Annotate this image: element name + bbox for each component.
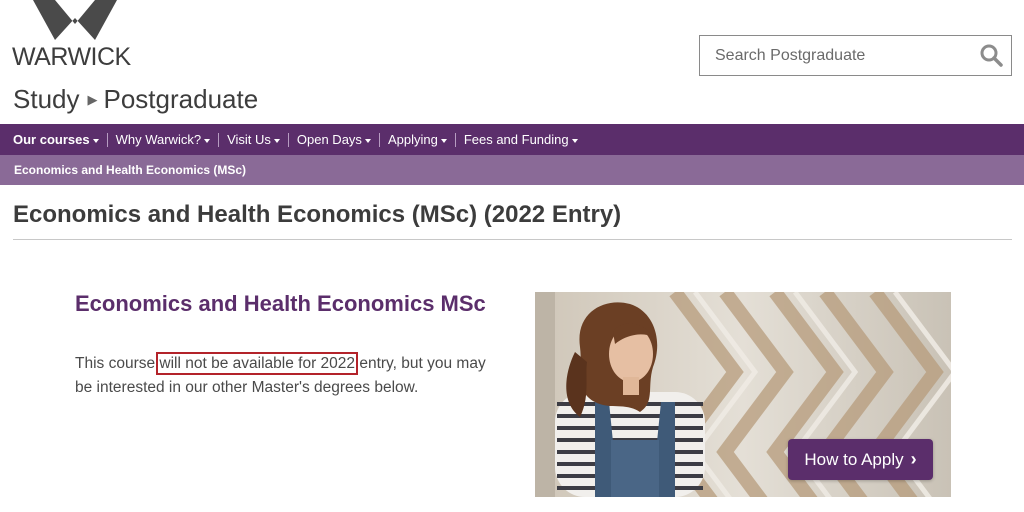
breadcrumb-postgraduate[interactable]: Postgraduate [104, 84, 259, 115]
nav-open-days[interactable]: Open Days [297, 132, 371, 147]
chevron-right-icon: › [910, 449, 917, 469]
course-description: This course will not be available for 20… [75, 352, 505, 400]
nav-label: Our courses [13, 132, 90, 147]
nav-divider [287, 132, 289, 147]
course-text-before: This course [75, 355, 160, 372]
caret-down-icon [204, 138, 211, 143]
nav-visit-us[interactable]: Visit Us [227, 132, 280, 147]
apply-button-label: How to Apply [804, 449, 904, 469]
nav-label: Visit Us [227, 132, 271, 147]
nav-label: Fees and Funding [463, 132, 569, 147]
nav-our-courses[interactable]: Our courses [13, 132, 99, 147]
page-title: Economics and Health Economics (MSc) (20… [13, 201, 622, 228]
nav-label: Applying [387, 132, 438, 147]
availability-highlight: will not be available for 2022 [156, 352, 359, 375]
caret-down-icon [364, 138, 371, 143]
search-icon[interactable] [979, 43, 1003, 67]
logo-wordmark: WARWICK [12, 43, 131, 71]
breadcrumb-separator-icon: ▶ [87, 91, 98, 107]
search-box [699, 35, 1012, 76]
nav-applying[interactable]: Applying [388, 132, 447, 147]
warwick-logo-mark [33, 0, 117, 40]
subnav-current-page[interactable]: Economics and Health Economics (MSc) [14, 163, 246, 177]
nav-divider [378, 132, 380, 147]
nav-divider [218, 132, 220, 147]
main-nav: Our courses Why Warwick? Visit Us Open D… [0, 124, 1024, 155]
search-input[interactable] [700, 36, 960, 75]
nav-fees-funding[interactable]: Fees and Funding [464, 132, 578, 147]
breadcrumb: Study ▶ Postgraduate [13, 84, 258, 115]
nav-label: Open Days [296, 132, 362, 147]
course-title: Economics and Health Economics MSc [75, 291, 486, 316]
site-header: WARWICK Study ▶ Postgraduate [0, 0, 1024, 124]
caret-down-icon [273, 138, 280, 143]
nav-divider [106, 132, 108, 147]
nav-why-warwick[interactable]: Why Warwick? [115, 132, 211, 147]
nav-divider [454, 132, 456, 147]
caret-down-icon [92, 138, 99, 143]
caret-down-icon [571, 138, 578, 143]
nav-label: Why Warwick? [115, 132, 202, 147]
sub-nav: Economics and Health Economics (MSc) [0, 155, 1024, 185]
caret-down-icon [440, 138, 447, 143]
breadcrumb-study[interactable]: Study [13, 84, 80, 115]
how-to-apply-button[interactable]: How to Apply › [788, 439, 933, 480]
warwick-logo[interactable]: WARWICK [12, 0, 138, 71]
title-divider [13, 239, 1012, 240]
